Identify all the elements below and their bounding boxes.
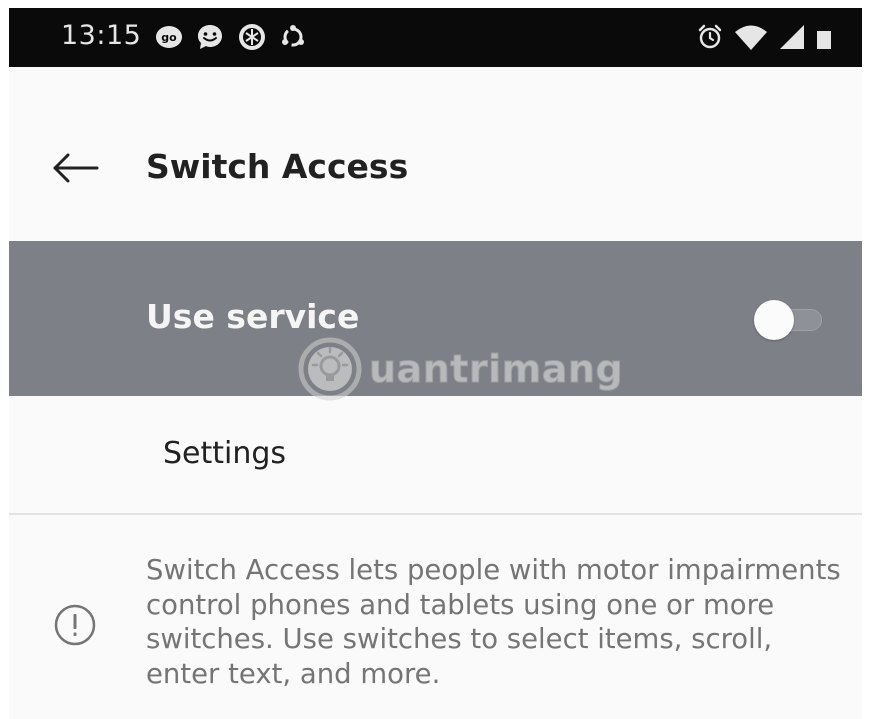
notification-icons: go bbox=[155, 22, 307, 52]
use-service-row[interactable]: Use service bbox=[9, 241, 862, 396]
shield-app-icon bbox=[237, 22, 267, 52]
alarm-icon bbox=[696, 23, 724, 51]
page-title: Switch Access bbox=[146, 147, 409, 186]
app-toolbar: Switch Access bbox=[9, 67, 862, 241]
settings-row[interactable]: Settings bbox=[9, 396, 862, 513]
status-time: 13:15 bbox=[61, 20, 142, 51]
back-button[interactable] bbox=[45, 143, 105, 193]
battery-icon bbox=[816, 23, 832, 51]
chat-bubble-icon bbox=[195, 22, 225, 52]
go-app-icon: go bbox=[155, 23, 183, 51]
use-service-toggle[interactable] bbox=[754, 300, 826, 340]
back-arrow-icon bbox=[53, 153, 99, 183]
cellular-signal-icon bbox=[778, 23, 806, 51]
wifi-icon bbox=[734, 23, 768, 51]
sync-app-icon bbox=[279, 23, 307, 51]
use-service-label: Use service bbox=[146, 297, 360, 336]
toggle-thumb bbox=[754, 300, 794, 340]
info-exclamation-icon bbox=[54, 604, 96, 646]
svg-text:go: go bbox=[161, 31, 177, 44]
settings-label: Settings bbox=[163, 436, 287, 471]
status-bar: 13:15 go bbox=[9, 8, 862, 67]
screen: 13:15 go Switch Access Use service uantr… bbox=[9, 8, 862, 719]
system-icons bbox=[696, 22, 832, 52]
info-section: Switch Access lets people with motor imp… bbox=[9, 515, 862, 719]
info-description: Switch Access lets people with motor imp… bbox=[146, 554, 841, 690]
